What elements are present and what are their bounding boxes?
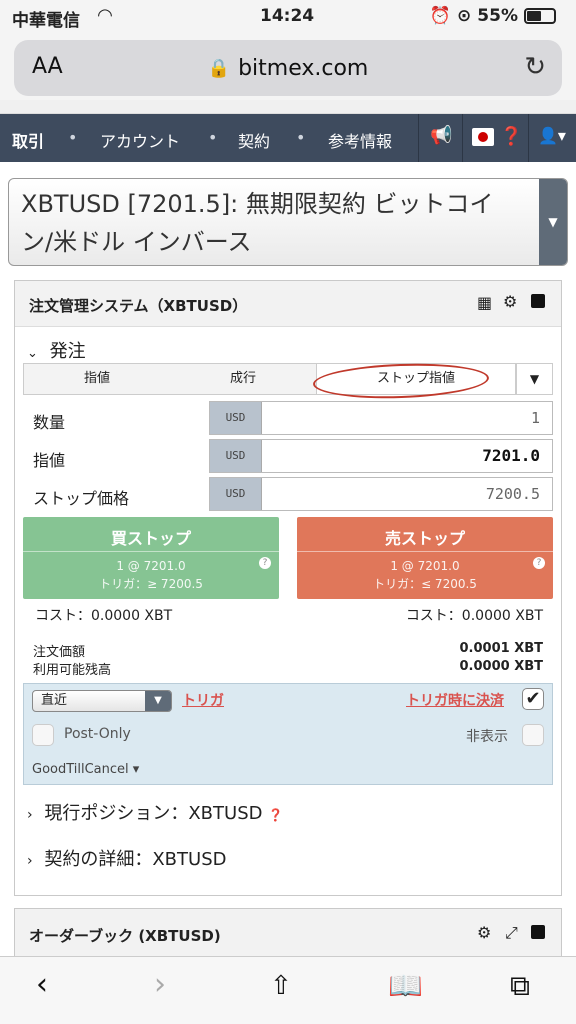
alarm-icon: ⏰ (429, 6, 452, 26)
nav-item-account[interactable]: アカウント (100, 128, 180, 152)
browser-bottom-bar: ‹ › ⇧ 📖 ⧉ (0, 956, 576, 1024)
gear-icon[interactable]: ⚙ (503, 292, 517, 311)
rotation-lock-icon: ⊙ (457, 6, 472, 26)
help-icon[interactable]: ? (533, 557, 545, 569)
trigger-type-select[interactable]: 直近 ▼ (32, 690, 172, 712)
close-on-trigger-link[interactable]: トリガ時に決済 (406, 690, 504, 710)
limit-price-input[interactable]: 7201.0 (262, 440, 552, 472)
limit-price-label: 指値 (33, 451, 66, 470)
tab-market[interactable]: 成行 (170, 364, 316, 394)
quantity-input[interactable]: 1 (262, 402, 552, 434)
limit-price-unit: USD (210, 440, 262, 472)
share-icon[interactable]: ⇧ (270, 971, 292, 1001)
panel-title: 注文管理システム（XBTUSD） (29, 297, 248, 315)
hidden-label: 非表示 (466, 729, 508, 745)
current-position-section[interactable]: › 現行ポジション：XBTUSD ❓ (27, 799, 283, 825)
user-menu-icon[interactable]: 👤▾ (538, 126, 566, 145)
chevron-down-icon: ▼ (145, 691, 171, 711)
stop-price-unit: USD (210, 478, 262, 510)
forward-icon[interactable]: › (154, 967, 166, 1002)
tabs-icon[interactable]: ⧉ (510, 969, 530, 1003)
close-on-trigger-checkbox[interactable]: ✔ (522, 688, 544, 710)
buy-stop-detail: 1 @ 7201.0 (116, 559, 186, 573)
url-text: bitmex.com (238, 55, 369, 81)
limit-price-field[interactable]: USD 7201.0 (209, 439, 553, 473)
lock-icon: 🔒 (207, 57, 231, 79)
status-bar: 中華電信 ◠ 14:24 ⏰ ⊙ 55% (0, 0, 576, 36)
time-in-force-value: GoodTillCancel (32, 762, 129, 777)
tab-limit[interactable]: 指値 (24, 364, 170, 394)
help-icon[interactable]: ❓ (500, 126, 522, 147)
buy-cost: コスト：0.0000 XBT (35, 608, 173, 624)
order-value: 0.0001 XBT (459, 641, 544, 656)
megaphone-icon[interactable]: 📢 (430, 125, 452, 146)
post-only-label: Post-Only (64, 726, 131, 742)
reload-icon[interactable]: ↻ (524, 52, 546, 82)
symbol-select[interactable]: XBTUSD [7201.5]: 無期限契約 ビットコイン/米ドル インバース … (8, 178, 568, 266)
stop-price-label: ストップ価格 (33, 489, 130, 508)
available-balance-label: 利用可能残高 (33, 663, 112, 678)
sell-stop-button[interactable]: 売ストップ 1 @ 7201.0 トリガ：≤ 7200.5 ? (297, 517, 553, 599)
language-flag-icon[interactable] (472, 128, 494, 146)
quantity-label: 数量 (33, 413, 66, 432)
back-icon[interactable]: ‹ (36, 967, 48, 1002)
contract-details-section[interactable]: › 契約の詳細：XBTUSD (27, 845, 226, 871)
current-position-label: 現行ポジション：XBTUSD (44, 803, 263, 824)
gear-icon[interactable]: ⚙ (477, 923, 491, 942)
trigger-type-value: 直近 (41, 693, 68, 708)
nav-item-trade[interactable]: 取引 (12, 128, 44, 152)
post-only-checkbox[interactable] (32, 724, 54, 746)
buy-stop-button[interactable]: 買ストップ 1 @ 7201.0 トリガ：≥ 7200.5 ? (23, 517, 279, 599)
order-value-label: 注文価額 (33, 645, 86, 660)
sell-stop-trigger: トリガ：≤ 7200.5 (373, 577, 477, 591)
order-section-toggle[interactable]: ⌄ 発注 (27, 337, 86, 363)
buy-stop-trigger: トリガ：≥ 7200.5 (99, 577, 203, 591)
clock: 14:24 (260, 6, 315, 26)
execution-options: 直近 ▼ トリガ トリガ時に決済 ✔ Post-Only 非表示 GoodTil… (23, 683, 553, 785)
help-icon[interactable]: ❓ (268, 808, 283, 822)
order-section-title: 発注 (49, 341, 86, 362)
bookmarks-icon[interactable]: 📖 (388, 969, 423, 1002)
order-entry-panel: 注文管理システム（XBTUSD） ▦ ⚙ ⌄ 発注 指値 成行 ストップ指値 ▼… (14, 280, 562, 896)
symbol-select-value: XBTUSD [7201.5]: 無期限契約 ビットコイン/米ドル インバース (21, 190, 494, 256)
scrolled-content-edge (0, 100, 576, 114)
battery-icon (524, 8, 556, 24)
text-size-button[interactable]: AA (32, 54, 63, 79)
trigger-help-link[interactable]: トリガ (182, 690, 224, 710)
minimize-icon[interactable] (531, 925, 545, 939)
more-order-types-icon[interactable]: ▼ (516, 364, 552, 394)
sell-cost: コスト：0.0000 XBT (405, 608, 543, 624)
quantity-unit: USD (210, 402, 262, 434)
available-balance: 0.0000 XBT (459, 659, 544, 674)
stop-price-input[interactable]: 7200.5 (262, 478, 552, 510)
time-in-force-select[interactable]: GoodTillCancel ▾ (32, 762, 139, 777)
orderbook-title: オーダーブック (XBTUSD) (29, 927, 221, 945)
sell-stop-title: 売ストップ (384, 529, 465, 548)
nav-item-contracts[interactable]: 契約 (238, 128, 270, 152)
carrier-label: 中華電信 (12, 11, 80, 31)
nav-item-reference[interactable]: 参考情報 (328, 128, 392, 152)
calculator-icon[interactable]: ▦ (477, 293, 492, 312)
panel-header: 注文管理システム（XBTUSD） ▦ ⚙ (15, 281, 561, 327)
address-bar[interactable]: AA 🔒 bitmex.com ↻ (14, 40, 562, 96)
minimize-icon[interactable] (531, 294, 545, 308)
stop-price-field[interactable]: USD 7200.5 (209, 477, 553, 511)
help-icon[interactable]: ? (259, 557, 271, 569)
sell-stop-detail: 1 @ 7201.0 (390, 559, 460, 573)
hidden-checkbox[interactable] (522, 724, 544, 746)
contract-details-label: 契約の詳細：XBTUSD (44, 849, 227, 870)
chevron-down-icon: ⌄ (27, 346, 38, 361)
buy-stop-title: 買ストップ (110, 529, 191, 548)
chevron-right-icon: › (27, 853, 33, 869)
quantity-field[interactable]: USD 1 (209, 401, 553, 435)
browser-toolbar: AA 🔒 bitmex.com ↻ (0, 36, 576, 108)
chevron-right-icon: › (27, 807, 33, 823)
expand-icon[interactable]: ⤢ (505, 923, 518, 943)
chevron-down-icon[interactable]: ▼ (539, 179, 567, 265)
wifi-icon: ◠ (98, 5, 112, 26)
battery-percent: 55% (477, 6, 518, 26)
